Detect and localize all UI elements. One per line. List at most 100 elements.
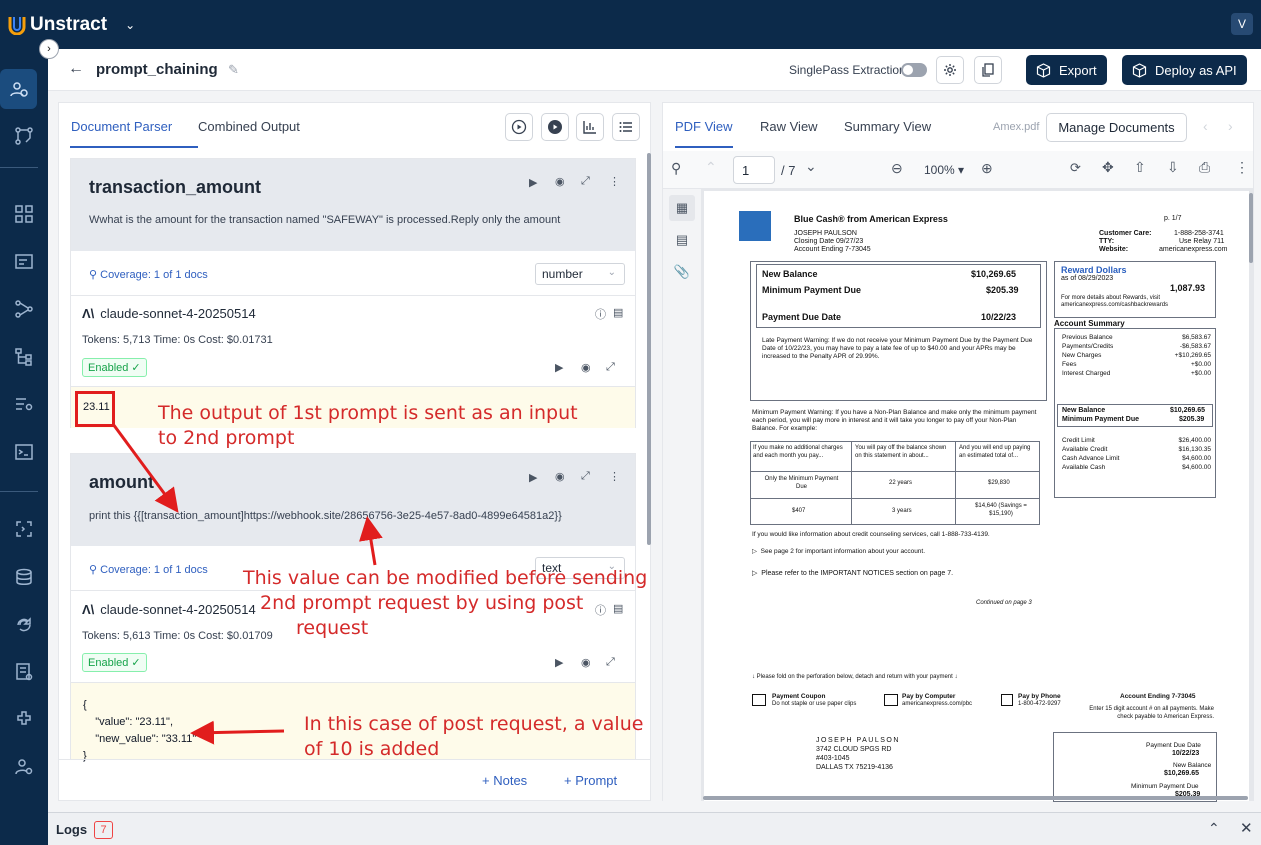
list-button[interactable] (612, 113, 640, 141)
enabled-badge[interactable]: Enabled ✓ (82, 653, 147, 672)
user-avatar[interactable]: V (1231, 13, 1253, 35)
expand-icon[interactable]: ⤢ (606, 361, 615, 374)
run-button[interactable] (541, 113, 569, 141)
upload-icon[interactable]: ⇧ (1134, 159, 1146, 176)
run-all-button[interactable] (505, 113, 533, 141)
sidebar-item-docs[interactable] (0, 652, 48, 692)
prev-document-icon[interactable]: ‹ (1203, 118, 1208, 134)
expand-icon[interactable]: ⤢ (606, 656, 615, 669)
document-icon[interactable]: ▤ (613, 306, 623, 319)
amex-logo (739, 211, 771, 241)
settings-button[interactable] (936, 56, 964, 84)
tab-combined-output[interactable]: Combined Output (198, 119, 300, 134)
tty-label: TTY: (1099, 238, 1115, 245)
sidebar-item-plugins[interactable] (0, 699, 48, 739)
back-arrow-icon[interactable]: ← (68, 60, 84, 78)
tab-document-parser[interactable]: Document Parser (71, 119, 172, 134)
export-button[interactable]: Export (1026, 55, 1107, 85)
coverage-link[interactable]: ⚲ Coverage: 1 of 1 docs (89, 268, 208, 281)
more-vertical-icon[interactable]: ⋮ (609, 175, 620, 188)
run-prompt-icon[interactable]: ▶ (529, 176, 537, 189)
sidebar-item-sync[interactable] (0, 605, 48, 645)
chevron-down-icon[interactable]: ⌄ (805, 158, 817, 175)
more-vertical-icon[interactable]: ⋮ (1235, 159, 1249, 176)
prompt-text[interactable]: print this {{[transaction_amount]https:/… (89, 510, 562, 522)
model-name: claude-sonnet-4-20250514 (100, 306, 256, 321)
prompt-text[interactable]: Wwhat is the amount for the transaction … (89, 214, 560, 226)
download-icon[interactable]: ⇩ (1167, 159, 1179, 176)
sidebar-item-tasks[interactable] (0, 337, 48, 377)
brand-logo[interactable]: Unstract (8, 14, 107, 36)
rotate-icon[interactable]: ⟳ (1070, 160, 1081, 176)
sidebar-item-dashboard[interactable] (0, 194, 48, 234)
collapse-icon[interactable]: ⤢ (581, 470, 590, 483)
sidebar-item-terminal[interactable] (0, 432, 48, 472)
chevron-up-icon[interactable]: ⌃ (1208, 820, 1220, 837)
sidebar-item-connectors[interactable] (0, 509, 48, 549)
export-label: Export (1059, 62, 1097, 78)
add-prompt-button[interactable]: + Prompt (564, 773, 617, 788)
run-profile-icon[interactable]: ▶ (555, 361, 563, 374)
run-filled-icon[interactable]: ◉ (555, 175, 565, 188)
info-icon[interactable]: ⓘ (595, 306, 606, 322)
prompt-card-header: amount ▶ ◉ ⤢ ⋮ print this {{[transaction… (71, 454, 635, 546)
sidebar-item-user-settings[interactable] (0, 747, 48, 787)
sidebar-item-prompt-studio[interactable] (0, 69, 37, 109)
edit-pencil-icon[interactable]: ✎ (228, 62, 239, 78)
coverage-link[interactable]: ⚲ Coverage: 1 of 1 docs (89, 563, 208, 576)
left-tabs: Document Parser Combined Output (59, 103, 650, 149)
logs-label: Logs (56, 822, 88, 837)
sidebar-item-etl[interactable] (0, 242, 48, 282)
more-vertical-icon[interactable]: ⋮ (609, 470, 620, 483)
run-prompt-icon[interactable]: ▶ (529, 471, 537, 484)
sidebar-item-workflows[interactable] (0, 116, 48, 156)
pdf-toolbar: ⚲ ⌃ 1 / 7 ⌄ ⊖ 100% ▾ ⊕ ⟳ ✥ ⇧ ⇩ ⎙ ⋮ (663, 151, 1253, 189)
zoom-select[interactable]: 100% ▾ (924, 163, 964, 177)
tab-pdf-view[interactable]: PDF View (675, 119, 733, 134)
manage-documents-button[interactable]: Manage Documents (1046, 113, 1187, 142)
sidebar-collapse-toggle[interactable]: › (39, 39, 59, 59)
deploy-api-button[interactable]: Deploy as API (1122, 55, 1247, 85)
zoom-in-icon[interactable]: ⊕ (981, 160, 993, 177)
prompt-key[interactable]: amount (89, 472, 154, 493)
copy-button[interactable] (974, 56, 1002, 84)
run-profile-icon[interactable]: ▶ (555, 656, 563, 669)
singlepass-toggle[interactable] (901, 63, 927, 77)
output-type-select[interactable]: number ⌄ (535, 263, 625, 285)
sidebar-item-pipelines[interactable] (0, 289, 48, 329)
attachment-icon[interactable]: 📎 (669, 259, 695, 285)
summary-value: +$0.00 (1190, 361, 1211, 368)
zoom-out-icon[interactable]: ⊖ (891, 160, 903, 177)
logs-bar[interactable]: Logs 7 ⌃ ✕ (48, 812, 1261, 845)
prompt-key[interactable]: transaction_amount (89, 177, 261, 198)
page-ref: p. 1/7 (1164, 215, 1182, 222)
pdf-vertical-scrollbar[interactable] (1249, 193, 1253, 263)
tab-raw-view[interactable]: Raw View (760, 119, 818, 134)
print-icon[interactable]: ⎙ (1199, 159, 1210, 176)
collapse-icon[interactable]: ⤢ (581, 175, 590, 188)
next-document-icon[interactable]: › (1228, 118, 1233, 134)
sidebar-item-review[interactable] (0, 385, 48, 425)
enabled-badge[interactable]: Enabled ✓ (82, 358, 147, 377)
rewards-value: 1,087.93 (1170, 283, 1206, 293)
page-number-input[interactable]: 1 (733, 156, 775, 184)
pdf-horizontal-scrollbar[interactable] (703, 796, 1248, 800)
add-notes-button[interactable]: + Notes (482, 773, 527, 788)
run-filled-icon[interactable]: ◉ (581, 656, 591, 669)
run-filled-icon[interactable]: ◉ (555, 470, 565, 483)
search-icon[interactable]: ⚲ (671, 160, 681, 177)
chevron-down-icon[interactable]: ⌄ (125, 18, 135, 32)
sidebar-item-database[interactable] (0, 557, 48, 597)
prompt-list-scrollbar[interactable] (647, 153, 651, 545)
pan-icon[interactable]: ✥ (1102, 159, 1114, 176)
metrics-button[interactable] (576, 113, 604, 141)
continued-note: Continued on page 3 (976, 600, 1032, 606)
chevron-up-icon[interactable]: ⌃ (705, 159, 717, 176)
close-icon[interactable]: ✕ (1240, 819, 1253, 837)
thumbnails-icon[interactable]: ▦ (669, 195, 695, 221)
computer-icon (884, 694, 898, 706)
prompt-panel: Document Parser Combined Output transact… (58, 102, 651, 801)
outline-icon[interactable]: ▤ (669, 227, 695, 253)
tab-summary-view[interactable]: Summary View (844, 119, 931, 134)
run-filled-icon[interactable]: ◉ (581, 361, 591, 374)
